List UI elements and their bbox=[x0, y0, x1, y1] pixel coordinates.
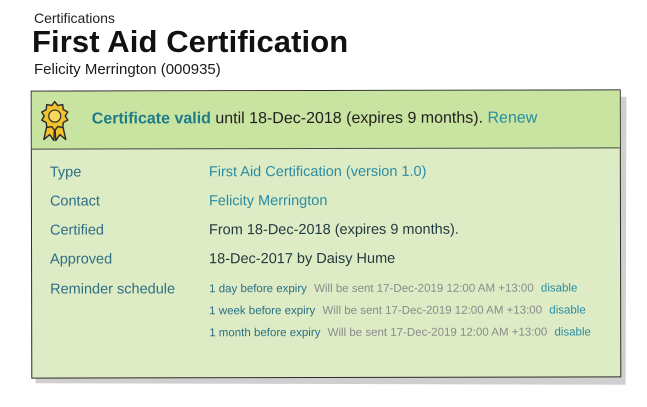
disable-reminder-link[interactable]: disable bbox=[541, 282, 577, 294]
disable-reminder-link[interactable]: disable bbox=[549, 304, 585, 316]
reminder-note: Will be sent 17-Dec-2019 12:00 AM +13:00 bbox=[314, 282, 534, 296]
type-label: Type bbox=[49, 164, 82, 181]
status-message: Certificate valid until 18-Dec-2018 (exp… bbox=[92, 110, 538, 129]
approved-value: 18-Dec-2017 by Daisy Hume bbox=[209, 250, 396, 268]
detail-row-certified: Certified From 18-Dec-2018 (expires 9 mo… bbox=[32, 221, 620, 239]
status-banner: Certificate valid until 18-Dec-2018 (exp… bbox=[31, 90, 620, 150]
certified-label: Certified bbox=[49, 222, 105, 239]
reminder-note: Will be sent 17-Dec-2019 12:00 AM +13:00 bbox=[322, 304, 543, 318]
reminder-when: 1 day before expiry bbox=[209, 283, 307, 296]
contact-label: Contact bbox=[49, 193, 100, 210]
page-title: First Aid Certification bbox=[32, 24, 349, 59]
certified-value: From 18-Dec-2018 (expires 9 months). bbox=[208, 221, 459, 239]
person-subtitle: Felicity Merrington (000935) bbox=[34, 61, 221, 78]
detail-row-contact: Contact Felicity Merrington bbox=[32, 192, 620, 210]
reminder-when: 1 week before expiry bbox=[209, 305, 316, 318]
reminder-item: 1 month before expiry Will be sent 17-De… bbox=[209, 326, 591, 339]
status-detail: until 18-Dec-2018 (expires 9 months). bbox=[210, 109, 488, 128]
approved-label: Approved bbox=[50, 251, 113, 268]
reminder-schedule-label: Reminder schedule bbox=[50, 281, 176, 298]
type-value-link[interactable]: First Aid Certification (version 1.0) bbox=[209, 164, 427, 180]
reminder-when: 1 month before expiry bbox=[209, 327, 321, 340]
detail-row-reminders: Reminder schedule bbox=[32, 280, 620, 297]
renew-link[interactable]: Renew bbox=[487, 110, 537, 127]
reminder-item: 1 day before expiry Will be sent 17-Dec-… bbox=[209, 282, 577, 295]
award-ribbon-icon bbox=[41, 100, 69, 142]
reminder-note: Will be sent 17-Dec-2019 12:00 AM +13:00 bbox=[327, 326, 548, 339]
reminder-item: 1 week before expiry Will be sent 17-Dec… bbox=[209, 304, 586, 317]
contact-link[interactable]: Felicity Merrington bbox=[209, 193, 327, 209]
certificate-card: Certificate valid until 18-Dec-2018 (exp… bbox=[30, 89, 622, 379]
disable-reminder-link[interactable]: disable bbox=[554, 326, 590, 338]
detail-row-approved: Approved 18-Dec-2017 by Daisy Hume bbox=[32, 250, 620, 268]
detail-row-type: Type First Aid Certification (version 1.… bbox=[32, 163, 620, 181]
status-label: Certificate valid bbox=[91, 110, 211, 128]
